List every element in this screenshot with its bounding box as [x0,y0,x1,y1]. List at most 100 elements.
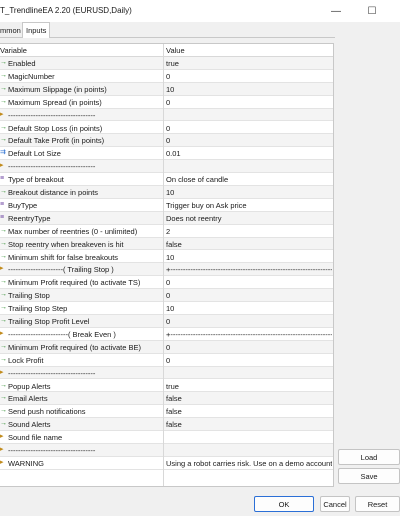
row-value[interactable]: 0 [166,98,332,107]
row-value[interactable]: 10 [166,253,332,262]
row-value[interactable]: 0 [166,278,332,287]
table-row[interactable]: →Email Alerts false [0,392,333,406]
int-icon: → [0,343,6,351]
table-row[interactable]: ≡ BuyType Trigger buy on Ask price [0,199,333,212]
row-value[interactable]: 2 [166,227,332,236]
table-row[interactable]: →Breakout distance in points 10 [0,186,333,199]
row-value[interactable]: +---------------------------------------… [166,330,332,339]
row-variable-name: Minimum shift for false breakouts [8,252,119,262]
reset-button[interactable]: Reset [355,496,400,512]
table-row[interactable]: →Lock Profit 0 [0,354,333,367]
int-icon: → [0,278,6,286]
table-row[interactable]: →Stop reentry when breakeven is hit false [0,237,333,251]
arrow-icon: → [0,407,6,415]
int-icon: → [0,124,6,132]
table-row[interactable]: →Popup Alerts true [0,380,333,393]
row-value[interactable]: Does not reentry [166,214,332,223]
row-value[interactable]: 0 [166,72,332,81]
row-variable-name: Lock Profit [8,355,44,365]
save-button[interactable]: Save [338,468,400,484]
table-row[interactable]: →Enabled true [0,57,333,70]
table-row[interactable]: ▸ ------------------------( Break Even ) +… [0,328,333,341]
row-variable-name: Default Stop Loss (in points) [8,123,103,133]
row-value[interactable]: 0 [166,124,332,133]
row-value[interactable]: 10 [166,304,332,313]
ok-button[interactable]: OK [254,496,314,512]
table-row[interactable]: →Trailing Stop Step 10 [0,302,333,315]
row-variable-name: MagicNumber [8,71,55,81]
cancel-button[interactable]: Cancel [320,496,350,512]
close-icon[interactable]: ✕ [384,0,400,22]
row-value[interactable]: On close of candle [166,175,332,184]
row-variable-name: Trailing Stop Profit Level [8,317,90,326]
separator-icon: ▸ [0,368,4,376]
table-row[interactable]: ▸ WARNING Using a robot carries risk. Use … [0,457,333,470]
separator-icon: ▸ [0,162,4,170]
row-value[interactable]: 10 [166,85,332,94]
table-row[interactable]: ⇉ Default Lot Size 0.01 [0,147,333,161]
table-row[interactable]: ▸ ----------------------------------- [0,160,333,174]
table-row[interactable]: ≡ Type of breakout On close of candle [0,173,333,186]
row-value[interactable]: Using a robot carries risk. Use on a dem… [166,459,332,468]
table-row[interactable]: ▸ Sound file name [0,431,333,444]
table-row[interactable]: →Default Take Profit (in points) 0 [0,134,333,148]
row-variable-name: Enabled [8,59,36,68]
table-row[interactable]: →Trailing Stop 0 [0,289,333,303]
row-value[interactable]: false [166,407,332,416]
row-value[interactable]: false [166,240,332,249]
table-row[interactable]: →Max number of reentries (0 - unlimited)… [0,225,333,238]
table-row[interactable]: →Default Stop Loss (in points) 0 [0,122,333,135]
int-icon: → [0,253,6,261]
table-row[interactable]: ▸ ----------------------------------- [0,108,333,122]
separator-icon: ▸ [0,433,4,441]
table-row[interactable]: →Maximum Slippage (in points) 10 [0,82,333,96]
row-value[interactable]: 0 [166,317,332,326]
row-variable-name: ----------------------------------- [8,446,96,455]
table-row[interactable]: →Trailing Stop Profit Level 0 [0,315,333,328]
table-row[interactable]: →Sound Alerts false [0,418,333,432]
table-row[interactable]: →Minimum Profit required (to activate BE… [0,340,333,354]
int-icon: → [0,291,6,299]
row-value[interactable]: 0 [166,136,332,145]
row-variable-name: ----------------------------------- [8,368,96,378]
table-row[interactable]: ▸ ----------------------( Trailing Stop )… [0,263,333,277]
load-button[interactable]: Load [338,449,400,465]
row-value[interactable]: Trigger buy on Ask price [166,201,332,210]
table-row[interactable]: ≡ ReentryType Does not reentry [0,211,333,225]
row-variable-name: Sound Alerts [8,420,51,430]
table-row[interactable]: →Maximum Spread (in points) 0 [0,96,333,109]
column-header-variable[interactable]: Variable [0,46,27,55]
row-value[interactable]: true [166,382,332,391]
row-value[interactable]: false [166,394,332,403]
arrow-icon: → [0,382,6,390]
tab-bar [0,22,400,37]
table-row[interactable]: →MagicNumber 0 [0,70,333,83]
list-icon: ≡ [0,200,5,208]
window-title: T_TrendlineEA 2.20 (EURUSD,Daily) [0,6,132,15]
int-icon: → [0,188,6,196]
row-value[interactable]: 0.01 [166,149,332,158]
row-value[interactable]: false [166,420,332,429]
row-variable-name: Maximum Spread (in points) [8,97,102,107]
column-header-value[interactable]: Value [166,46,185,55]
table-row[interactable]: →Send push notifications false [0,405,333,419]
row-value[interactable]: true [166,59,332,68]
tab-underline [0,37,335,38]
row-value[interactable]: +---------------------------------------… [166,265,332,274]
table-row[interactable]: ▸ ----------------------------------- [0,366,333,380]
row-variable-name: BuyType [8,200,38,210]
row-variable-name: ------------------------( Break Even ) [8,329,116,339]
table-row[interactable]: →Minimum shift for false breakouts 10 [0,251,333,264]
row-value[interactable]: 10 [166,188,332,197]
tab-inputs[interactable]: Inputs [26,26,46,35]
table-row[interactable]: ▸ ----------------------------------- [0,444,333,457]
int-icon: → [0,98,6,106]
table-row[interactable]: →Minimum Profit required (to activate TS… [0,276,333,290]
minimize-icon[interactable]: — [316,0,356,22]
tab-common[interactable]: mmon [0,26,21,35]
row-value[interactable]: 0 [166,291,332,300]
row-variable-name: Popup Alerts [8,381,51,391]
row-value[interactable]: 0 [166,356,332,365]
column-divider[interactable] [163,44,164,486]
row-value[interactable]: 0 [166,343,332,352]
